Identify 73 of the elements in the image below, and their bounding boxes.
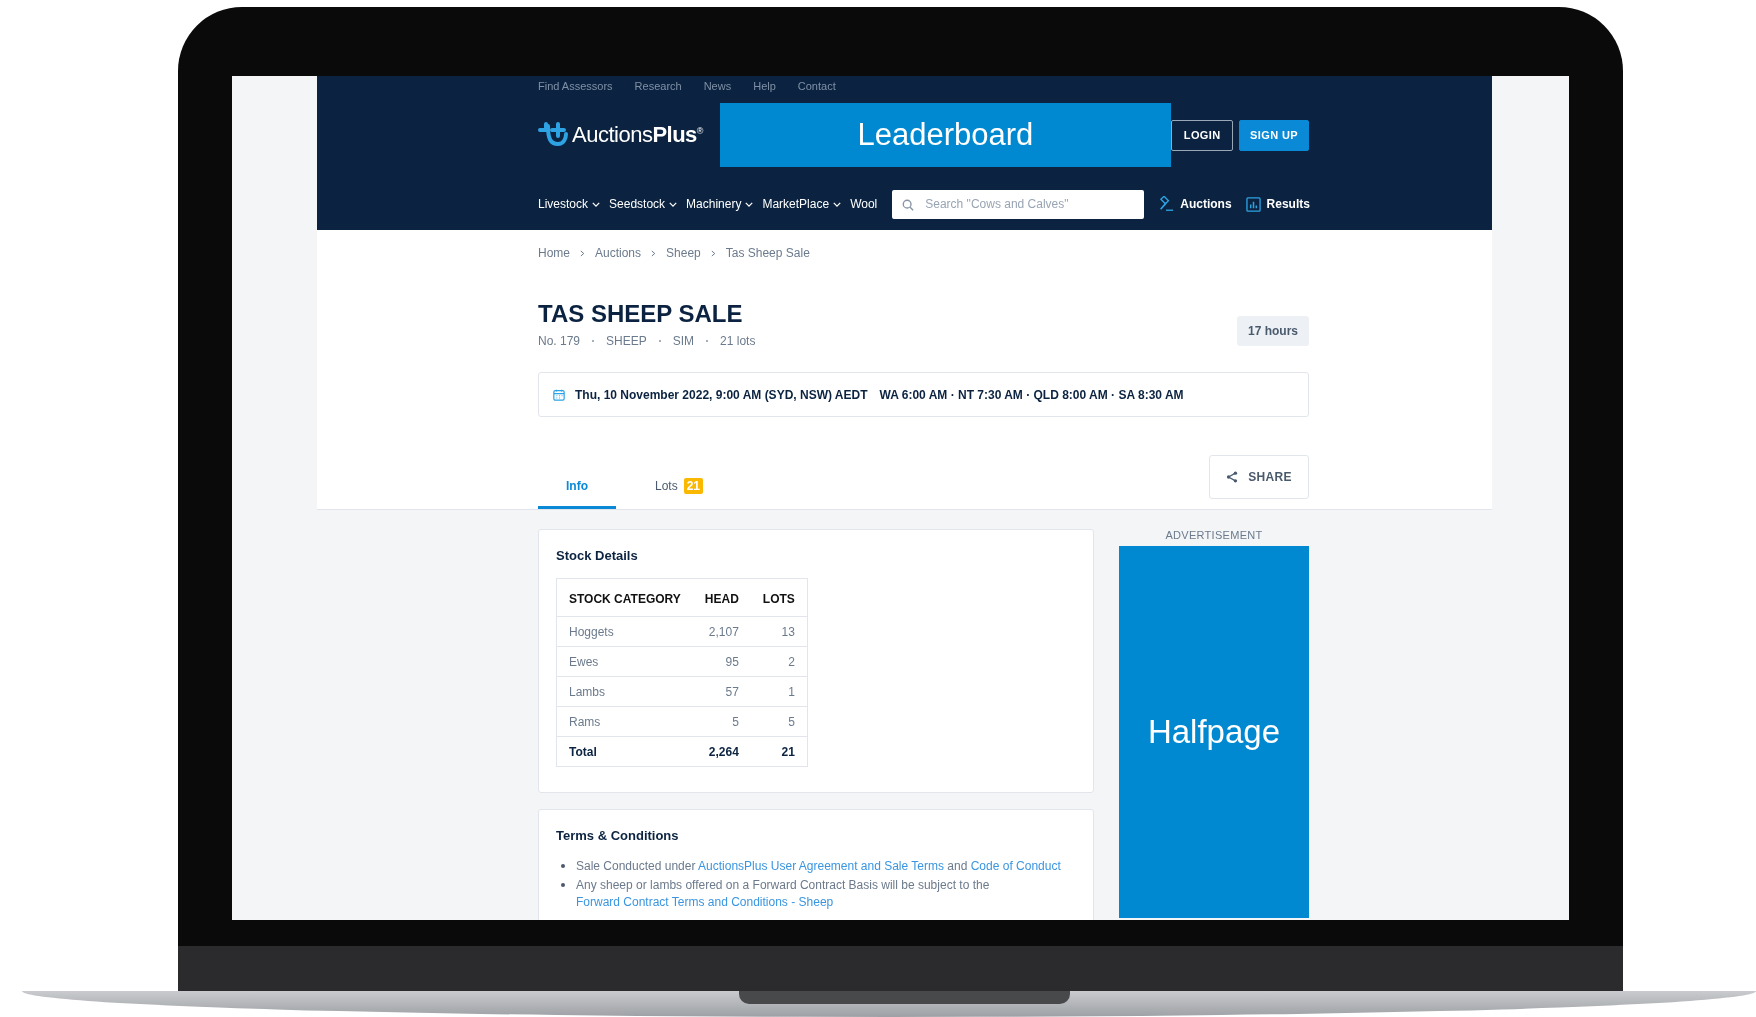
table-cell: 13 (750, 616, 808, 647)
table-cell: 1 (750, 676, 808, 707)
utility-link[interactable]: Find Assessors (538, 80, 613, 92)
tab[interactable]: Info (538, 478, 616, 509)
chevron-down-icon (745, 201, 754, 207)
nav-menu-item[interactable]: Seedstock (609, 197, 678, 211)
utility-link[interactable]: News (703, 80, 732, 92)
total-cell: 2,264 (692, 736, 751, 767)
terms-link[interactable]: AuctionsPlus User Agreement and Sale Terms (698, 859, 944, 873)
calendar-icon (553, 388, 565, 401)
search-field[interactable]: Search "Cows and Calves" (892, 189, 1145, 219)
table-cell: 57 (692, 676, 751, 707)
breadcrumb-link[interactable]: Tas Sheep Sale (725, 246, 810, 260)
total-cell: 21 (750, 736, 808, 767)
nav-menu-item[interactable]: Wool (850, 197, 878, 211)
count-badge: 21 (683, 478, 703, 494)
terms-link[interactable]: Code of Conduct (970, 859, 1061, 873)
table-cell: Ewes (556, 646, 693, 677)
column-header: STOCK CATEGORY (556, 578, 693, 617)
sale-meta: No. 179 (538, 334, 581, 348)
tab[interactable]: Lots 21 (640, 478, 718, 509)
breadcrumb-link[interactable]: Sheep (666, 246, 701, 260)
nav-menu-item[interactable]: Livestock (538, 197, 601, 211)
nav-link[interactable]: Results (1245, 196, 1310, 212)
chevron-right-icon (651, 249, 657, 257)
chevron-down-icon (833, 201, 842, 207)
nav-link[interactable]: Auctions (1158, 196, 1232, 212)
halfpage-ad: Halfpage (1119, 546, 1309, 918)
share-button[interactable]: SHARE (1209, 455, 1309, 499)
utility-link[interactable]: Contact (797, 80, 836, 92)
utility-link[interactable]: Research (634, 80, 682, 92)
sale-meta: SHEEP (606, 334, 647, 348)
breadcrumb-link[interactable]: Home (538, 246, 570, 260)
sale-title: TAS SHEEP SALE (538, 300, 744, 328)
auth-button[interactable]: SIGN UP (1239, 119, 1309, 151)
table-cell: Hoggets (556, 616, 693, 647)
card-title: Stock Details (556, 548, 639, 563)
advertisement-label: ADVERTISEMENT (1164, 529, 1264, 541)
sale-meta: SIM (672, 334, 695, 348)
breadcrumb-link[interactable]: Auctions (595, 246, 642, 260)
table-cell: Rams (556, 706, 693, 737)
table-cell: 2,107 (692, 616, 751, 647)
bullet-icon (561, 864, 565, 868)
column-header: HEAD (692, 578, 751, 617)
table-cell: 5 (692, 706, 751, 737)
auth-button[interactable]: LOGIN (1171, 119, 1234, 151)
table-cell: Lambs (556, 676, 693, 707)
local-times: WA 6:00 AM · NT 7:30 AM · QLD 8:00 AM · SA 8:30 AM (879, 387, 1184, 402)
chevron-right-icon (710, 249, 716, 257)
logo-text[interactable]: AuctionsPlus$^{®}$ (572, 122, 703, 148)
terms-item: Sale Conducted under AuctionsPlus User Agreement and Sale Terms and Code of Conduct (576, 858, 1061, 875)
table-cell: 5 (750, 706, 808, 737)
nav-menu-item[interactable]: Machinery (686, 197, 754, 211)
chevron-right-icon (580, 249, 585, 257)
chevron-down-icon (669, 201, 678, 207)
leaderboard-ad: Leaderboard (719, 103, 1172, 167)
terms-item: Any sheep or lambs offered on a Forward Contract Basis will be subject to the Forward Contract Terms and Conditions - Sheep (576, 877, 991, 911)
share-icon (1226, 471, 1239, 483)
sale-meta: 21 lots (720, 334, 756, 348)
table-cell: 2 (750, 646, 808, 677)
terms-link[interactable]: Forward Contract Terms and Conditions - Sheep (576, 895, 834, 909)
column-header: LOTS (750, 578, 808, 617)
total-cell: Total (556, 736, 693, 767)
card-title: Terms & Conditions (556, 828, 680, 843)
nav-menu-item[interactable]: MarketPlace (762, 197, 842, 211)
bar-chart-icon (1245, 196, 1261, 212)
logo-icon (538, 122, 568, 148)
sale-date: Thu, 10 November 2022, 9:00 AM (SYD, NSW) AEDT (575, 387, 868, 402)
utility-link[interactable]: Help (753, 80, 776, 92)
time-left-badge: 17 hours (1237, 316, 1309, 346)
table-cell: 95 (692, 646, 751, 677)
chevron-down-icon (592, 201, 601, 207)
bullet-icon (561, 883, 565, 887)
